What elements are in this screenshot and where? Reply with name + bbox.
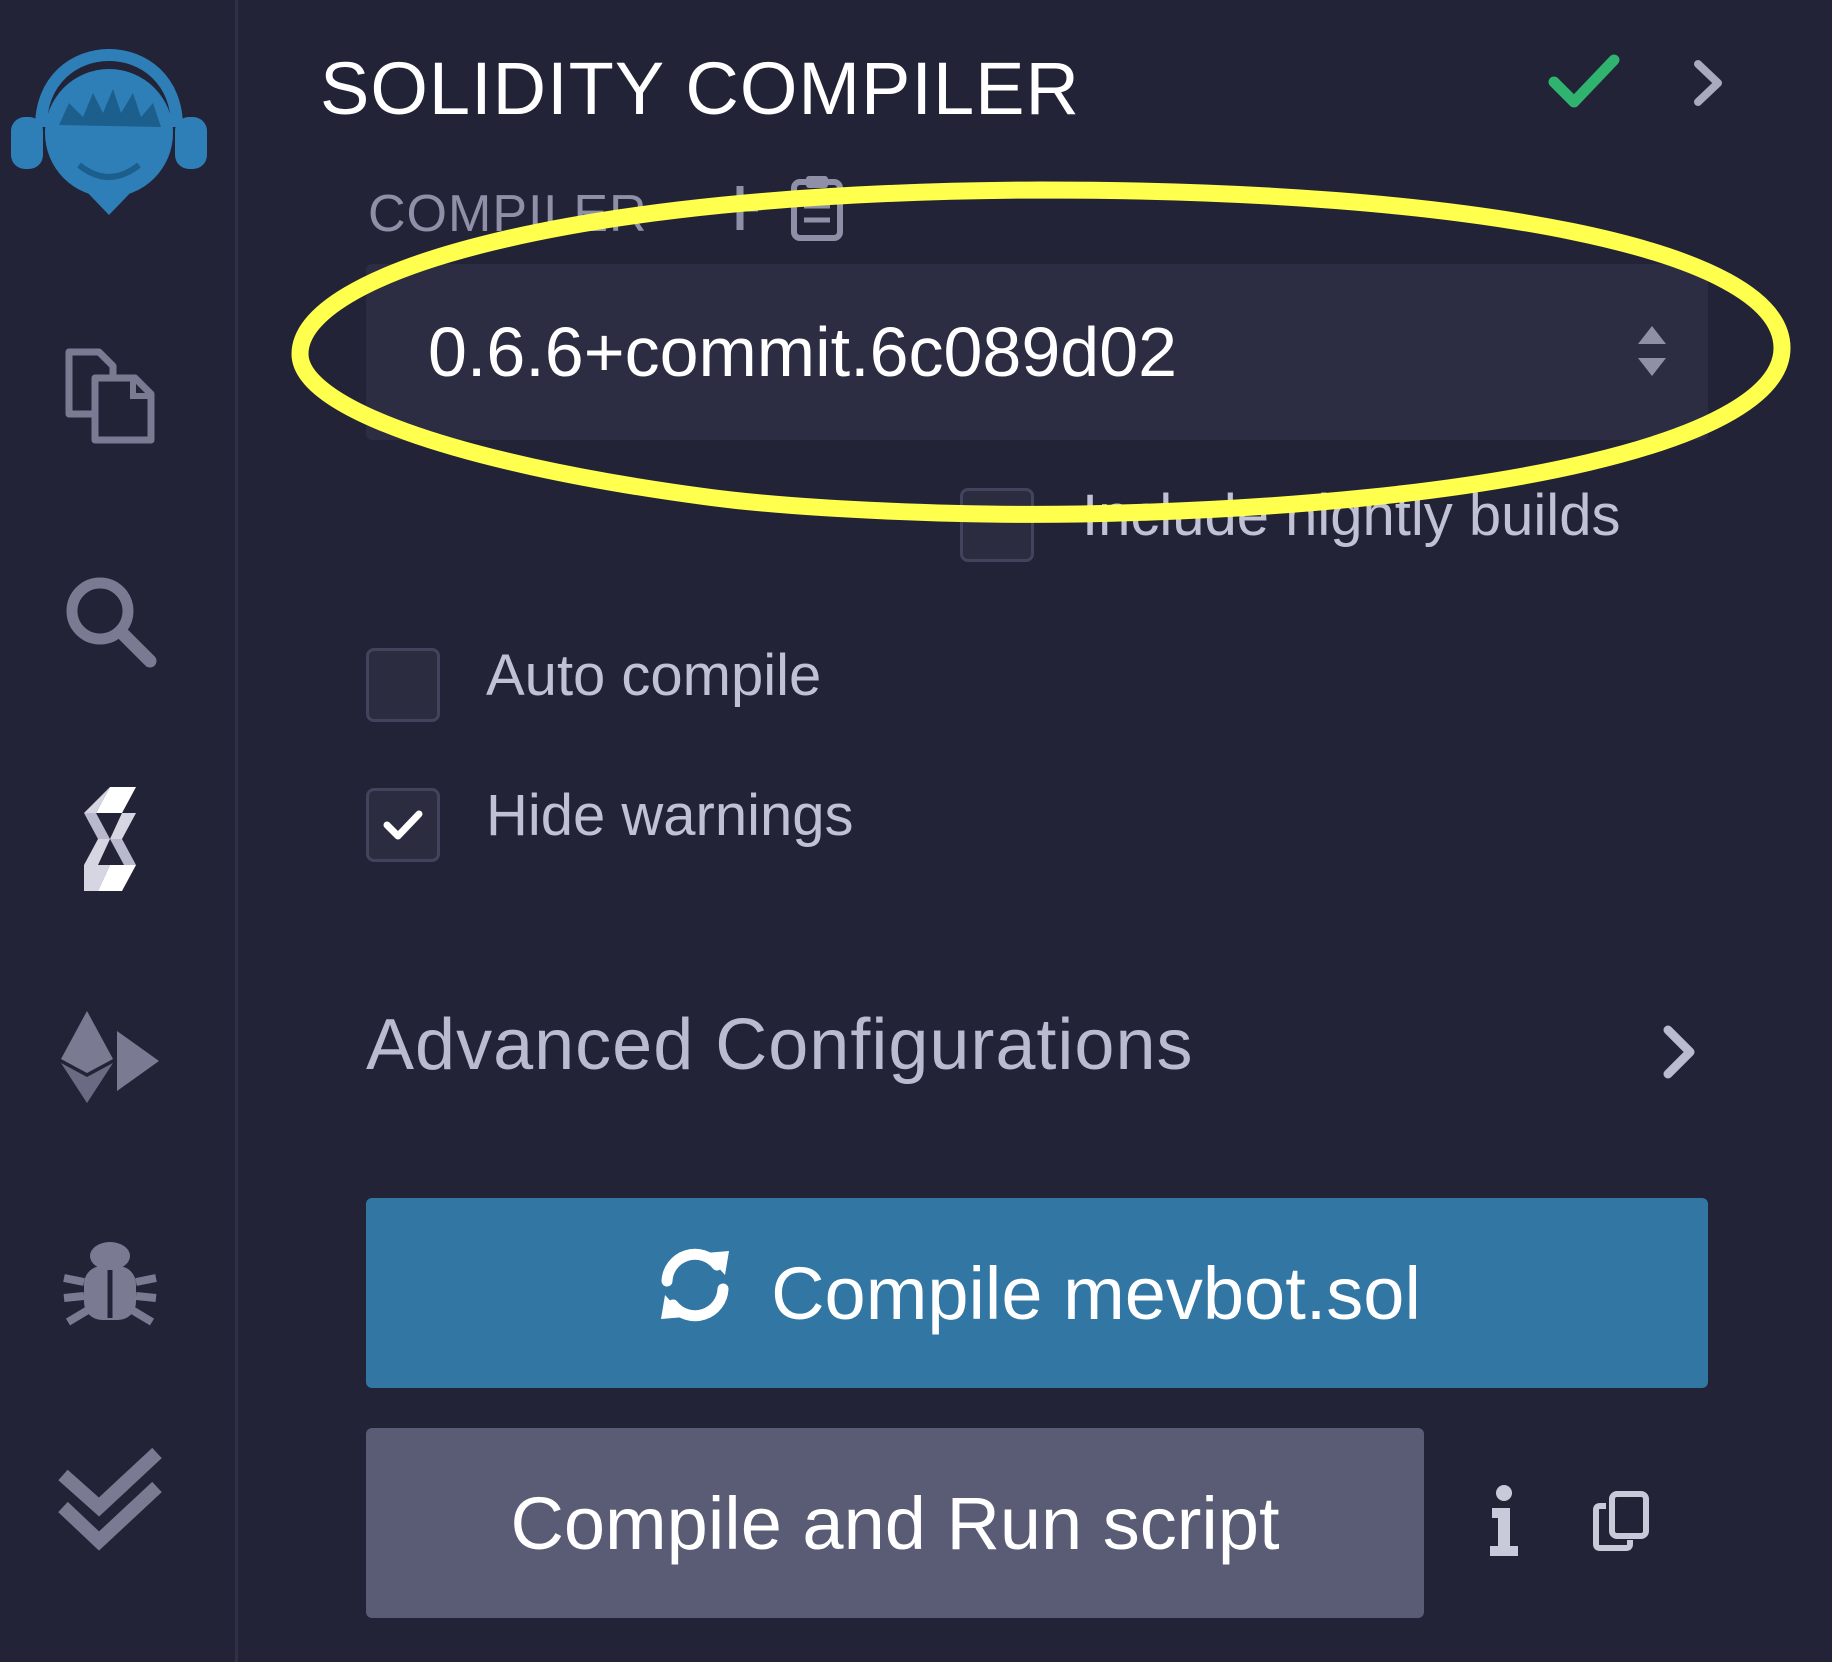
info-icon[interactable]	[1486, 1484, 1522, 1563]
checkmark-icon	[383, 810, 423, 840]
nightly-builds-checkbox[interactable]	[960, 488, 1034, 562]
panel-title: SOLIDITY COMPILER	[320, 47, 1080, 130]
hide-warnings-checkbox[interactable]	[366, 788, 440, 862]
search-icon[interactable]	[50, 566, 170, 676]
compiler-label: COMPILER	[368, 185, 648, 243]
debugger-icon[interactable]	[50, 1222, 170, 1342]
icon-sidebar	[0, 0, 238, 1662]
clipboard-icon[interactable]	[790, 172, 844, 247]
compile-button-label: Compile mevbot.sol	[771, 1251, 1421, 1335]
compiler-version-value: 0.6.6+commit.6c089d02	[428, 313, 1178, 391]
remix-logo-icon[interactable]	[0, 36, 218, 226]
nightly-builds-label: Include nightly builds	[1082, 483, 1621, 548]
chevron-right-icon[interactable]	[1692, 58, 1726, 113]
auto-compile-checkbox[interactable]	[366, 648, 440, 722]
file-explorer-icon[interactable]	[50, 340, 170, 450]
auto-compile-label: Auto compile	[486, 643, 822, 708]
deploy-run-icon[interactable]	[50, 998, 170, 1118]
compiler-label-icons	[718, 172, 844, 247]
advanced-configurations-toggle[interactable]: Advanced Configurations	[366, 1004, 1194, 1086]
add-compiler-icon[interactable]	[718, 178, 762, 241]
testing-icon[interactable]	[50, 1440, 170, 1560]
compile-run-script-label: Compile and Run script	[510, 1481, 1280, 1565]
copy-icon[interactable]	[1592, 1490, 1652, 1557]
compile-run-script-button[interactable]: Compile and Run script	[366, 1428, 1424, 1618]
solidity-compiler-icon[interactable]	[50, 780, 170, 900]
select-arrows-icon	[1634, 318, 1670, 400]
solidity-compiler-panel: SOLIDITY COMPILER COMPILER 0.6.6+commit.…	[238, 0, 1832, 1662]
compile-button[interactable]: Compile mevbot.sol	[366, 1198, 1708, 1388]
hide-warnings-label: Hide warnings	[486, 783, 854, 848]
chevron-right-icon[interactable]	[1662, 1024, 1698, 1085]
success-check-icon	[1548, 52, 1620, 117]
refresh-icon	[653, 1243, 737, 1344]
compiler-version-select[interactable]: 0.6.6+commit.6c089d02	[366, 264, 1708, 440]
